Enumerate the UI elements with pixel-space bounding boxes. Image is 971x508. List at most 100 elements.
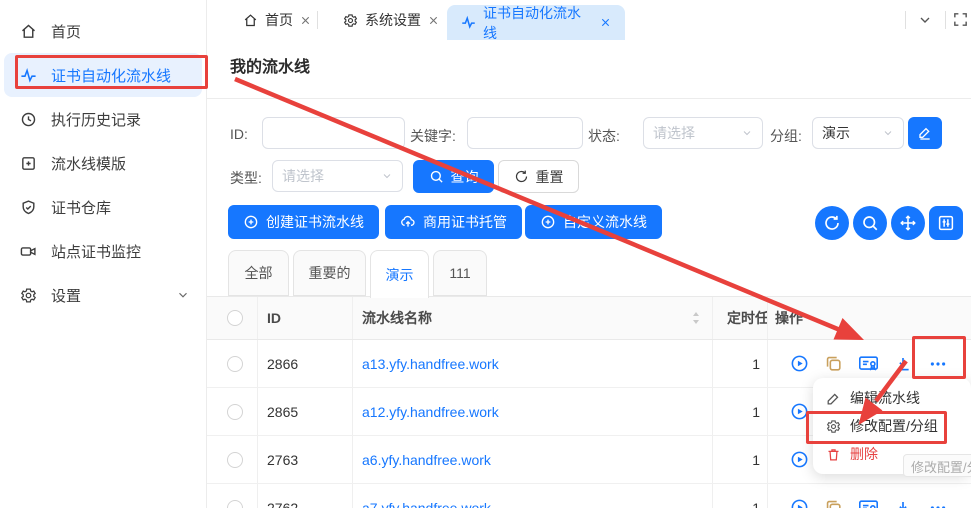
id-filter-input[interactable] (262, 117, 405, 149)
download-icon[interactable] (894, 499, 912, 508)
tab-list-dropdown-button[interactable] (917, 12, 933, 28)
group-tab-important[interactable]: 重要的 (293, 250, 366, 296)
chevron-down-icon (917, 12, 933, 28)
pipeline-link[interactable]: a7.yfy.handfree.work (362, 500, 491, 508)
column-header-cron: 定时任务 (727, 308, 768, 328)
row-checkbox[interactable] (227, 356, 243, 372)
menu-item-edit-pipeline[interactable]: 编辑流水线 (813, 384, 971, 412)
close-icon[interactable] (428, 15, 439, 26)
close-icon[interactable] (300, 15, 311, 26)
copy-pipeline-icon[interactable] (824, 354, 843, 373)
row-checkbox[interactable] (227, 404, 243, 420)
table-row: 2762 a7.yfy.handfree.work 1 (207, 484, 971, 508)
sidebar: 首页 证书自动化流水线 执行历史记录 流水线模版 证书仓库 站点证书监控 设置 (0, 0, 207, 508)
pipeline-activity-icon (461, 15, 476, 30)
edit-groups-button[interactable] (908, 117, 942, 149)
sidebar-item-history[interactable]: 执行历史记录 (0, 97, 206, 141)
sidebar-item-cert-repo[interactable]: 证书仓库 (0, 185, 206, 229)
certificate-icon[interactable] (858, 354, 879, 373)
sidebar-item-label: 执行历史记录 (51, 109, 141, 130)
group-tab-demo[interactable]: 演示 (370, 250, 429, 298)
sidebar-item-cert-pipeline[interactable]: 证书自动化流水线 (4, 53, 202, 97)
sort-icon[interactable] (690, 310, 702, 326)
row-checkbox[interactable] (227, 452, 243, 468)
sidebar-item-label: 设置 (51, 285, 81, 306)
sidebar-item-label: 流水线模版 (51, 153, 126, 174)
tab-cert-pipeline[interactable]: 证书自动化流水线 (447, 5, 625, 40)
camera-icon (20, 243, 37, 260)
column-header-name: 流水线名称 (362, 308, 432, 328)
column-settings-button[interactable] (929, 206, 963, 240)
shield-icon (20, 199, 37, 216)
copy-pipeline-icon[interactable] (824, 498, 843, 508)
pipeline-activity-icon (20, 67, 37, 84)
run-pipeline-icon[interactable] (790, 402, 809, 421)
download-icon[interactable] (894, 355, 912, 373)
group-tab-label: 全部 (245, 263, 273, 283)
run-pipeline-icon[interactable] (790, 450, 809, 469)
keyword-filter-label: 关键字: (410, 126, 456, 146)
select-all-checkbox[interactable] (227, 310, 243, 326)
chevron-down-icon (381, 170, 393, 182)
row-id: 2763 (267, 452, 298, 468)
sidebar-item-settings[interactable]: 设置 (0, 273, 206, 317)
refresh-icon (514, 169, 529, 184)
select-value: 演示 (822, 123, 850, 143)
search-button[interactable]: 查询 (413, 160, 494, 193)
reset-button[interactable]: 重置 (498, 160, 579, 193)
group-tab-label: 重要的 (309, 263, 351, 283)
id-filter-label: ID: (230, 126, 248, 142)
row-id: 2762 (267, 500, 298, 508)
group-tab-label: 演示 (386, 265, 414, 285)
drag-mode-button[interactable] (891, 206, 925, 240)
tab-home[interactable]: 首页 (235, 0, 319, 40)
gear-icon (20, 287, 37, 304)
tab-system-settings[interactable]: 系统设置 (335, 0, 447, 40)
create-pipeline-button[interactable]: 创建证书流水线 (228, 205, 379, 239)
main-content: 我的流水线 ID: 关键字: 状态: 请选择 分组: 演示 类型: 请选择 查询 (207, 40, 971, 508)
status-filter-label: 状态: (588, 126, 620, 146)
page-title: 我的流水线 (230, 53, 310, 77)
run-pipeline-icon[interactable] (790, 498, 809, 508)
close-icon[interactable] (600, 17, 611, 28)
select-placeholder: 请选择 (653, 123, 695, 143)
column-header-ops: 操作 (775, 308, 803, 328)
menu-item-modify-config[interactable]: 修改配置/分组 (813, 412, 971, 440)
table-header-row: ID 流水线名称 定时任务 操作 (207, 296, 971, 340)
refresh-icon (823, 214, 841, 232)
fullscreen-button[interactable] (952, 11, 969, 28)
group-select[interactable]: 演示 (812, 117, 904, 149)
status-select[interactable]: 请选择 (643, 117, 763, 149)
search-icon (861, 214, 879, 232)
run-pipeline-icon[interactable] (790, 354, 809, 373)
tooltip: 修改配置/分组 (903, 454, 971, 477)
row-cron: 1 (752, 356, 760, 372)
row-cron: 1 (752, 452, 760, 468)
row-checkbox[interactable] (227, 500, 243, 508)
pipeline-link[interactable]: a13.yfy.handfree.work (362, 356, 499, 372)
search-table-button[interactable] (853, 206, 887, 240)
more-actions-icon[interactable] (927, 499, 949, 508)
menu-item-label: 删除 (850, 444, 878, 464)
custom-pipeline-button[interactable]: 自定义流水线 (525, 205, 662, 239)
sidebar-item-templates[interactable]: 流水线模版 (0, 141, 206, 185)
group-tab-all[interactable]: 全部 (228, 250, 289, 296)
pipeline-link[interactable]: a6.yfy.handfree.work (362, 452, 491, 468)
trash-icon (826, 447, 841, 462)
menu-item-label: 编辑流水线 (850, 388, 920, 408)
certificate-icon[interactable] (858, 498, 879, 508)
pipeline-link[interactable]: a12.yfy.handfree.work (362, 404, 499, 420)
more-actions-icon[interactable] (927, 355, 949, 373)
sidebar-item-home[interactable]: 首页 (0, 9, 206, 53)
keyword-filter-input[interactable] (467, 117, 583, 149)
type-filter-label: 类型: (230, 168, 262, 188)
group-tab-label: 111 (449, 265, 470, 281)
sidebar-item-site-monitor[interactable]: 站点证书监控 (0, 229, 206, 273)
group-tab-111[interactable]: 111 (433, 250, 487, 296)
type-select[interactable]: 请选择 (272, 160, 403, 192)
hosted-cert-button[interactable]: 商用证书托管 (385, 205, 522, 239)
refresh-table-button[interactable] (815, 206, 849, 240)
select-placeholder: 请选择 (282, 166, 324, 186)
template-icon (20, 155, 37, 172)
home-icon (20, 23, 37, 40)
